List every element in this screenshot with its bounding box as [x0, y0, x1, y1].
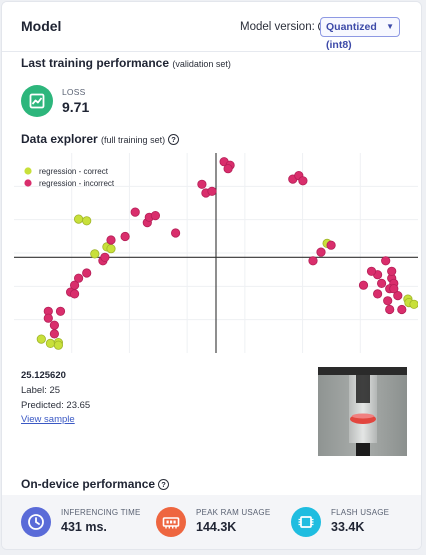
point-incorrect[interactable] — [376, 278, 387, 288]
model-version-select[interactable]: Quantized (int8) ▼ — [320, 17, 400, 51]
point-incorrect[interactable] — [366, 266, 377, 276]
loss-value: 9.71 — [62, 99, 90, 115]
point-correct[interactable] — [73, 214, 84, 224]
view-sample-link[interactable]: View sample — [21, 414, 75, 425]
point-incorrect[interactable] — [372, 289, 383, 299]
performance-section-title: On-device performance? — [21, 477, 170, 491]
data-explorer-chart[interactable]: regression - correct regression - incorre… — [14, 153, 418, 353]
legend-swatch — [24, 179, 32, 187]
point-incorrect[interactable] — [223, 164, 233, 174]
sample-label: Label: 25 — [21, 385, 61, 396]
point-incorrect[interactable] — [197, 179, 207, 189]
point-incorrect[interactable] — [106, 235, 116, 245]
point-incorrect[interactable] — [43, 313, 53, 323]
point-incorrect[interactable] — [120, 231, 130, 242]
chevron-down-icon: ▼ — [386, 22, 394, 31]
legend-swatch — [24, 167, 32, 175]
panel-header: Model Model version:? Quantized (int8) ▼ — [2, 2, 421, 52]
inferencing-time-label: INFERENCING TIME — [61, 508, 141, 517]
point-incorrect[interactable] — [389, 284, 399, 294]
point-incorrect[interactable] — [383, 296, 393, 306]
peak-ram-label: PEAK RAM USAGE — [196, 508, 271, 517]
point-correct[interactable] — [106, 244, 116, 254]
point-incorrect[interactable] — [298, 176, 308, 186]
point-correct[interactable] — [36, 334, 46, 344]
chip-icon — [291, 507, 321, 537]
model-panel: Model Model version:? Quantized (int8) ▼… — [1, 1, 422, 550]
point-incorrect[interactable] — [308, 256, 318, 266]
point-incorrect[interactable] — [381, 256, 391, 266]
sample-predicted: Predicted: 23.65 — [21, 400, 91, 411]
point-incorrect[interactable] — [100, 252, 110, 262]
chart-trend-icon — [21, 85, 53, 117]
point-incorrect[interactable] — [316, 247, 326, 257]
help-icon[interactable]: ? — [158, 479, 170, 490]
inferencing-time-value: 431 ms. — [61, 520, 107, 534]
point-incorrect[interactable] — [385, 304, 395, 315]
point-correct[interactable] — [53, 340, 64, 350]
peak-ram-value: 144.3K — [196, 520, 237, 534]
point-incorrect[interactable] — [69, 289, 80, 299]
model-version-value: Quantized (int8) — [326, 21, 377, 51]
training-section-title: Last training performance (validation se… — [21, 56, 231, 70]
panel-title: Model — [21, 18, 62, 34]
point-correct[interactable] — [90, 249, 100, 259]
help-icon[interactable]: ? — [168, 134, 180, 145]
legend-label: regression - incorrect — [39, 179, 115, 188]
point-incorrect[interactable] — [171, 228, 181, 238]
model-version-label: Model version:? — [240, 21, 329, 33]
point-incorrect[interactable] — [49, 320, 60, 330]
point-correct[interactable] — [82, 216, 92, 226]
flash-usage-label: FLASH USAGE — [331, 508, 390, 517]
point-incorrect[interactable] — [55, 306, 66, 316]
clock-icon — [21, 507, 51, 537]
point-incorrect[interactable] — [49, 329, 60, 339]
point-incorrect[interactable] — [358, 280, 369, 290]
point-correct[interactable] — [45, 338, 56, 348]
loss-label: LOSS — [62, 87, 86, 97]
point-incorrect[interactable] — [207, 186, 217, 196]
point-incorrect[interactable] — [73, 273, 84, 283]
point-incorrect[interactable] — [150, 210, 160, 221]
point-incorrect[interactable] — [397, 304, 407, 315]
point-correct[interactable] — [409, 299, 418, 309]
legend-label: regression - correct — [39, 167, 109, 176]
sample-x-value: 25.125620 — [21, 370, 66, 381]
sample-thumbnail — [318, 367, 407, 456]
chart-legend: regression - correct regression - incorre… — [24, 167, 115, 188]
explorer-section-title: Data explorer (full training set)? — [21, 132, 180, 146]
point-incorrect[interactable] — [326, 240, 336, 250]
memory-icon — [156, 507, 186, 537]
point-incorrect[interactable] — [82, 268, 92, 278]
point-incorrect[interactable] — [387, 266, 397, 276]
flash-usage-value: 33.4K — [331, 520, 365, 534]
point-incorrect[interactable] — [130, 207, 140, 217]
